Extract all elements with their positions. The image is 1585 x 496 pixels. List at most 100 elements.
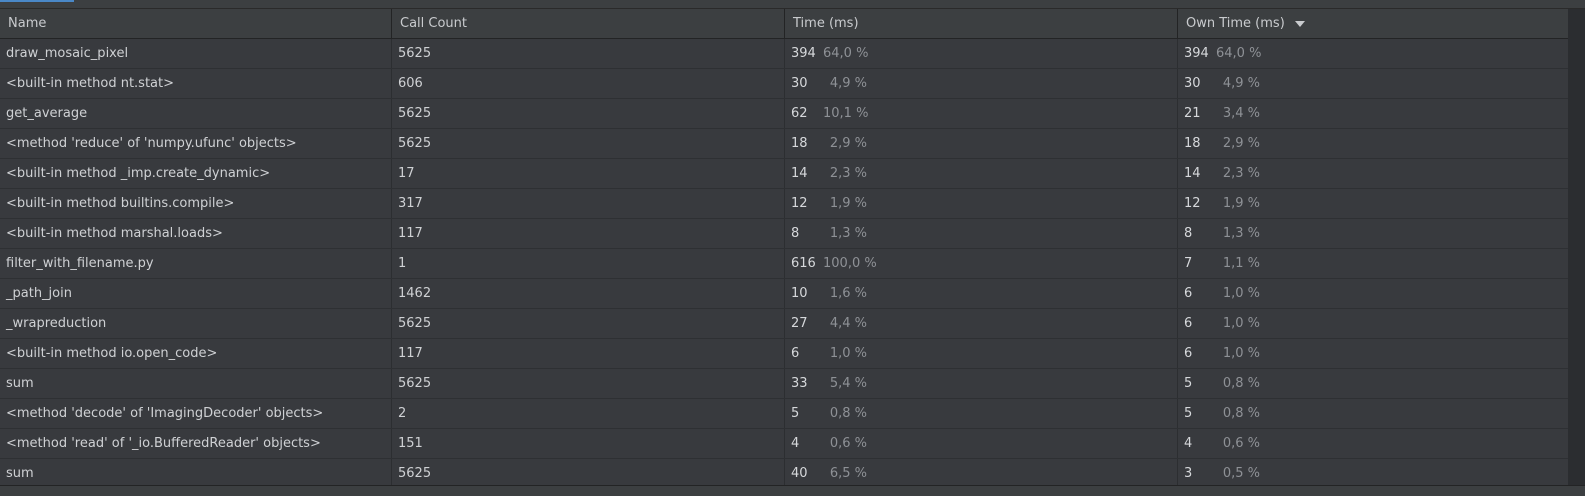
cell-own-time: 3 0,5 % [1178, 459, 1568, 488]
tab-strip [0, 0, 1585, 9]
cell-time: 40 6,5 % [785, 459, 1178, 488]
table-row[interactable]: <method 'read' of '_io.BufferedReader' o… [0, 429, 1568, 459]
column-header-own-time[interactable]: Own Time (ms) [1178, 9, 1568, 38]
time-value: 4 [791, 436, 800, 451]
table-row[interactable]: <built-in method _imp.create_dynamic> 17 1… [0, 159, 1568, 189]
time-percent: 6,5 % [829, 466, 867, 481]
call-count-value: 17 [398, 166, 415, 181]
own-time-percent: 3,4 % [1222, 106, 1260, 121]
column-header-call-count[interactable]: Call Count [392, 9, 785, 38]
cell-call-count: 2 [392, 399, 785, 428]
time-value: 18 [791, 136, 808, 151]
function-name: <built-in method nt.stat> [6, 76, 175, 91]
table-row[interactable]: filter_with_filename.py 1 616 100,0 % 7 1,1 % [0, 249, 1568, 279]
cell-call-count: 317 [392, 189, 785, 218]
horizontal-scrollbar-track[interactable] [0, 485, 1585, 496]
cell-own-time: 14 2,3 % [1178, 159, 1568, 188]
call-count-value: 2 [398, 406, 407, 421]
own-time-value: 6 [1184, 316, 1193, 331]
call-count-value: 5625 [398, 316, 432, 331]
cell-time: 30 4,9 % [785, 69, 1178, 98]
own-time-value: 394 [1184, 46, 1209, 61]
call-count-value: 117 [398, 226, 423, 241]
cell-call-count: 5625 [392, 459, 785, 488]
table-body: draw_mosaic_pixel 5625 394 64,0 % 394 64,0 % <… [0, 39, 1568, 489]
cell-name: _wrapreduction [0, 309, 392, 338]
cell-own-time: 5 0,8 % [1178, 399, 1568, 428]
cell-call-count: 1462 [392, 279, 785, 308]
time-percent: 100,0 % [823, 256, 877, 271]
cell-name: <built-in method marshal.loads> [0, 219, 392, 248]
cell-call-count: 5625 [392, 129, 785, 158]
table-row[interactable]: <built-in method io.open_code> 117 6 1,0 % 6… [0, 339, 1568, 369]
table-row[interactable]: <built-in method nt.stat> 606 30 4,9 % 30 4,9… [0, 69, 1568, 99]
cell-time: 5 0,8 % [785, 399, 1178, 428]
cell-time: 62 10,1 % [785, 99, 1178, 128]
own-time-percent: 64,0 % [1216, 46, 1262, 61]
own-time-percent: 0,8 % [1222, 406, 1260, 421]
vertical-scrollbar-track[interactable] [1568, 9, 1585, 485]
time-percent: 0,6 % [829, 436, 867, 451]
cell-time: 8 1,3 % [785, 219, 1178, 248]
call-count-value: 5625 [398, 106, 432, 121]
time-percent: 10,1 % [823, 106, 869, 121]
table-row[interactable]: <built-in method marshal.loads> 117 8 1,3 %… [0, 219, 1568, 249]
column-header-time[interactable]: Time (ms) [785, 9, 1178, 38]
cell-time: 14 2,3 % [785, 159, 1178, 188]
table-row[interactable]: <method 'decode' of 'ImagingDecoder' obj… [0, 399, 1568, 429]
cell-call-count: 5625 [392, 309, 785, 338]
sort-descending-icon [1294, 20, 1305, 27]
cell-name: filter_with_filename.py [0, 249, 392, 278]
time-value: 10 [791, 286, 808, 301]
call-count-value: 1 [398, 256, 407, 271]
own-time-percent: 1,9 % [1222, 196, 1260, 211]
own-time-value: 5 [1184, 376, 1193, 391]
call-count-value: 5625 [398, 466, 432, 481]
call-count-value: 317 [398, 196, 423, 211]
cell-own-time: 5 0,8 % [1178, 369, 1568, 398]
time-percent: 0,8 % [829, 406, 867, 421]
call-count-value: 606 [398, 76, 423, 91]
own-time-percent: 0,6 % [1222, 436, 1260, 451]
own-time-value: 7 [1184, 256, 1193, 271]
cell-time: 10 1,6 % [785, 279, 1178, 308]
time-percent: 64,0 % [823, 46, 869, 61]
time-value: 14 [791, 166, 808, 181]
cell-call-count: 17 [392, 159, 785, 188]
time-value: 62 [791, 106, 808, 121]
function-name: draw_mosaic_pixel [6, 46, 129, 61]
own-time-percent: 4,9 % [1222, 76, 1260, 91]
own-time-value: 30 [1184, 76, 1201, 91]
cell-own-time: 6 1,0 % [1178, 339, 1568, 368]
own-time-percent: 1,0 % [1222, 316, 1260, 331]
own-time-percent: 2,3 % [1222, 166, 1260, 181]
table-row[interactable]: sum 5625 33 5,4 % 5 0,8 % [0, 369, 1568, 399]
time-value: 8 [791, 226, 800, 241]
time-value: 27 [791, 316, 808, 331]
time-value: 30 [791, 76, 808, 91]
time-percent: 2,3 % [829, 166, 867, 181]
own-time-value: 12 [1184, 196, 1201, 211]
table-row[interactable]: _path_join 1462 10 1,6 % 6 1,0 % [0, 279, 1568, 309]
column-header-name[interactable]: Name [0, 9, 392, 38]
table-row[interactable]: draw_mosaic_pixel 5625 394 64,0 % 394 64,0 % [0, 39, 1568, 69]
own-time-value: 6 [1184, 346, 1193, 361]
table-row[interactable]: get_average 5625 62 10,1 % 21 3,4 % [0, 99, 1568, 129]
own-time-percent: 0,8 % [1222, 376, 1260, 391]
table-row[interactable]: <built-in method builtins.compile> 317 12 1… [0, 189, 1568, 219]
cell-own-time: 30 4,9 % [1178, 69, 1568, 98]
cell-name: sum [0, 369, 392, 398]
time-value: 5 [791, 406, 800, 421]
cell-own-time: 18 2,9 % [1178, 129, 1568, 158]
cell-time: 4 0,6 % [785, 429, 1178, 458]
table-row[interactable]: <method 'reduce' of 'numpy.ufunc' object… [0, 129, 1568, 159]
cell-own-time: 21 3,4 % [1178, 99, 1568, 128]
cell-own-time: 6 1,0 % [1178, 309, 1568, 338]
function-name: <built-in method builtins.compile> [6, 196, 235, 211]
cell-own-time: 12 1,9 % [1178, 189, 1568, 218]
cell-call-count: 606 [392, 69, 785, 98]
cell-own-time: 6 1,0 % [1178, 279, 1568, 308]
time-percent: 2,9 % [829, 136, 867, 151]
table-row[interactable]: _wrapreduction 5625 27 4,4 % 6 1,0 % [0, 309, 1568, 339]
time-percent: 1,0 % [829, 346, 867, 361]
